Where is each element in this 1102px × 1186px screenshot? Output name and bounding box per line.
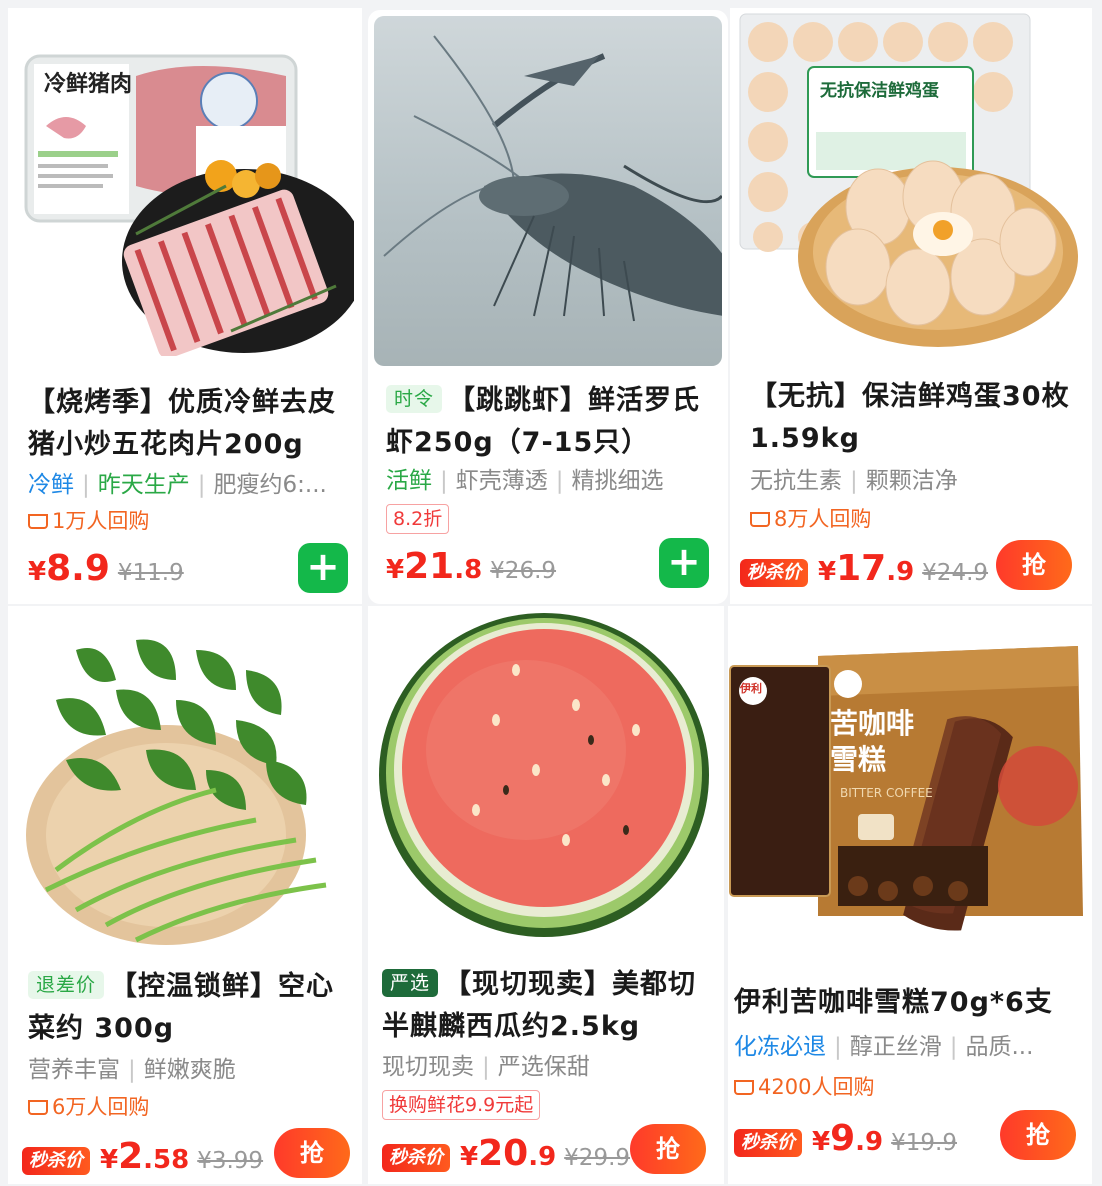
cart-icon (734, 1080, 754, 1095)
flash-sale-badge: 秒杀价 (22, 1147, 90, 1175)
current-price: ¥2.58 (100, 1136, 190, 1177)
price-row: ¥21.8 ¥26.9 (386, 546, 556, 596)
product-title[interactable]: 伊利苦咖啡雪糕70g*6支 (734, 982, 1078, 1024)
tag-badge: 退差价 (28, 971, 105, 999)
rebuy-count: 6万人回购 (28, 1092, 149, 1122)
product-image[interactable] (376, 610, 716, 955)
product-features: 活鲜 | 虾壳薄透 | 精挑细选 (386, 468, 664, 494)
cart-icon (28, 1100, 48, 1115)
product-title[interactable]: 【无抗】保洁鲜鸡蛋30枚1.59kg (750, 376, 1078, 460)
package-label: 冷鲜猪肉 (44, 72, 133, 97)
product-image[interactable]: 伊利 苦咖啡雪糕 BITTER COFFEE (728, 636, 1092, 936)
product-features: 现切现卖 | 严选保甜 (382, 1054, 590, 1080)
price-row: 秒杀价 ¥17.9 ¥24.9 (740, 548, 988, 598)
current-price: ¥21.8 (386, 546, 483, 587)
product-title[interactable]: 【烧烤季】优质冷鲜去皮猪小炒五花肉片200g (28, 382, 348, 466)
price-row: 秒杀价 ¥2.58 ¥3.99 (22, 1136, 263, 1184)
cart-icon (28, 514, 48, 529)
product-image[interactable]: 冷鲜猪肉 (16, 16, 354, 376)
grab-button[interactable]: 抢 (630, 1124, 706, 1174)
original-price: ¥29.9 (564, 1145, 631, 1171)
product-image[interactable] (374, 16, 722, 366)
price-row: 秒杀价 ¥9.9 ¥19.9 (734, 1118, 957, 1168)
product-features: 营养丰富 | 鲜嫩爽脆 (28, 1057, 236, 1083)
product-features: 化冻必退 | 醇正丝滑 | 品质... (734, 1034, 1034, 1060)
product-card[interactable]: 无抗保洁鲜鸡蛋 【无抗】保洁鲜鸡蛋30枚1.59kg 无抗生素 | 颗颗洁净 8万人… (730, 8, 1092, 604)
current-price: ¥8.9 (28, 548, 110, 589)
package-sublabel: BITTER COFFEE (840, 786, 933, 800)
original-price: ¥3.99 (197, 1148, 264, 1174)
product-features: 无抗生素 | 颗颗洁净 (750, 468, 958, 494)
product-card[interactable]: 冷鲜猪肉 【烧烤季】优质冷鲜去皮猪小炒五花肉片200g 冷鲜 | 昨天生产 | 肥瘦约6… (8, 8, 362, 604)
rebuy-count: 4200人回购 (734, 1072, 874, 1102)
flash-sale-badge: 秒杀价 (382, 1144, 450, 1172)
rebuy-count: 1万人回购 (28, 506, 149, 536)
grab-button[interactable]: 抢 (996, 540, 1072, 590)
grab-button[interactable]: 抢 (1000, 1110, 1076, 1160)
price-row: ¥8.9 ¥11.9 (28, 548, 184, 598)
tag-badge: 时令 (386, 385, 443, 413)
current-price: ¥17.9 (818, 548, 915, 589)
product-card[interactable]: 严选 【现切现卖】美都切半麒麟西瓜约2.5kg 现切现卖 | 严选保甜 换购鲜花9.9… (368, 606, 724, 1184)
cart-icon (750, 512, 770, 527)
brand-logo: 伊利 (740, 682, 762, 695)
product-card[interactable]: 退差价 【控温锁鲜】空心菜约 300g 营养丰富 | 鲜嫩爽脆 6万人回购 秒杀价 ¥… (8, 606, 362, 1184)
current-price: ¥20.9 (460, 1133, 557, 1174)
original-price: ¥11.9 (117, 560, 184, 586)
product-title[interactable]: 退差价 【控温锁鲜】空心菜约 300g (28, 966, 348, 1050)
original-price: ¥26.9 (490, 558, 557, 584)
product-title[interactable]: 时令 【跳跳虾】鲜活罗氏虾250g（7-15只） (386, 380, 714, 464)
rebuy-count: 8万人回购 (750, 504, 871, 534)
grab-button[interactable]: 抢 (274, 1128, 350, 1178)
product-title[interactable]: 严选 【现切现卖】美都切半麒麟西瓜约2.5kg (382, 964, 710, 1048)
original-price: ¥19.9 (891, 1130, 957, 1156)
flash-sale-badge: 秒杀价 (734, 1129, 802, 1157)
tag-badge: 严选 (382, 969, 439, 997)
add-to-cart-button[interactable]: + (298, 543, 348, 593)
product-features: 冷鲜 | 昨天生产 | 肥瘦约6:... (28, 472, 327, 498)
price-row: 秒杀价 ¥20.9 ¥29.9 (382, 1133, 630, 1183)
current-price: ¥9.9 (812, 1118, 884, 1159)
discount-badge: 8.2折 (386, 504, 450, 534)
package-label: 无抗保洁鲜鸡蛋 (820, 81, 939, 101)
product-image[interactable] (16, 610, 354, 955)
add-to-cart-button[interactable]: + (659, 538, 709, 588)
package-label: 苦咖啡雪糕 (830, 707, 915, 776)
original-price: ¥24.9 (922, 560, 989, 586)
promo-badge: 换购鲜花9.9元起 (382, 1090, 541, 1120)
product-card[interactable]: 伊利 苦咖啡雪糕 BITTER COFFEE 伊利苦咖啡雪糕70g*6支 化冻必… (728, 606, 1092, 1184)
product-image[interactable]: 无抗保洁鲜鸡蛋 (738, 12, 1084, 357)
flash-sale-badge: 秒杀价 (740, 559, 808, 587)
product-card[interactable]: 时令 【跳跳虾】鲜活罗氏虾250g（7-15只） 活鲜 | 虾壳薄透 | 精挑细选 8.2… (368, 10, 728, 604)
